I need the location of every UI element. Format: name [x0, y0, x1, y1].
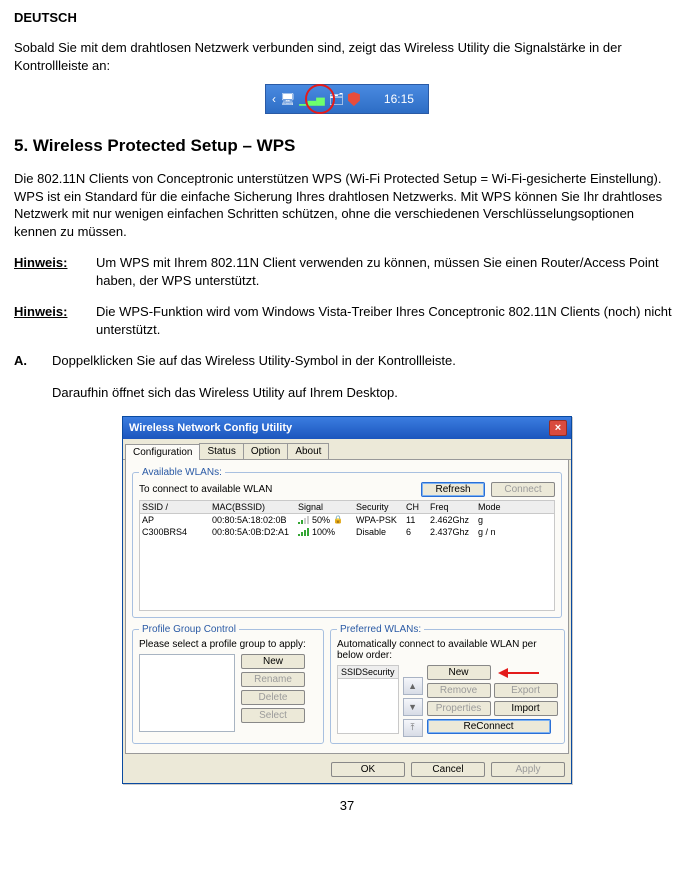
signal-bars-icon: [298, 528, 309, 536]
note-1: Hinweis: Um WPS mit Ihrem 802.11N Client…: [14, 254, 680, 289]
tab-status[interactable]: Status: [199, 443, 243, 459]
callout-arrow: [493, 668, 539, 678]
cell-signal: 100%: [298, 527, 356, 537]
step-a-result: Daraufhin öffnet sich das Wireless Utili…: [52, 384, 680, 402]
cell-signal: 50% 🔒: [298, 515, 356, 525]
tabs: Configuration Status Option About: [123, 439, 571, 460]
tray-figure: ‹ 🖥 ▁▃▅ 🗂 16:15: [14, 84, 680, 114]
tray-clock: 16:15: [376, 92, 422, 106]
col-ssid[interactable]: SSID /: [142, 502, 212, 512]
profile-group-list[interactable]: [139, 654, 235, 732]
pref-import-button[interactable]: Import: [494, 701, 558, 716]
pref-remove-button[interactable]: Remove: [427, 683, 491, 698]
col-ch[interactable]: CH: [406, 502, 430, 512]
note-2-text: Die WPS-Funktion wird vom Windows Vista-…: [96, 303, 680, 338]
cell-mode: g: [478, 515, 510, 525]
callout-circle: [305, 84, 335, 114]
titlebar: Wireless Network Config Utility ×: [123, 417, 571, 439]
available-wlans-text: To connect to available WLAN: [139, 484, 272, 495]
col-security[interactable]: Security: [356, 502, 406, 512]
step-a-text: Doppelklicken Sie auf das Wireless Utili…: [52, 352, 680, 370]
step-a-label: A.: [14, 352, 34, 370]
preferred-list[interactable]: [337, 679, 399, 734]
pref-reconnect-button[interactable]: ReConnect: [427, 719, 551, 734]
note-2: Hinweis: Die WPS-Funktion wird vom Windo…: [14, 303, 680, 338]
table-row[interactable]: C300BRS4 00:80:5A:0B:D2:A1 100% Disable …: [140, 526, 554, 538]
col-freq[interactable]: Freq: [430, 502, 478, 512]
cell-ssid: AP: [142, 515, 212, 525]
move-up-button[interactable]: ▲: [403, 677, 423, 695]
col-signal[interactable]: Signal: [298, 502, 356, 512]
preferred-wlans: Preferred WLANs: Automatically connect t…: [330, 624, 565, 744]
refresh-button[interactable]: Refresh: [421, 482, 485, 497]
cell-security: Disable: [356, 527, 406, 537]
cell-freq: 2.462Ghz: [430, 515, 478, 525]
cancel-button[interactable]: Cancel: [411, 762, 485, 777]
close-icon[interactable]: ×: [549, 420, 567, 436]
pref-col-ssid[interactable]: SSID: [341, 667, 362, 677]
profile-group-legend: Profile Group Control: [139, 624, 239, 635]
note-1-text: Um WPS mit Ihrem 802.11N Client verwende…: [96, 254, 680, 289]
note-label: Hinweis:: [14, 303, 78, 338]
pg-delete-button[interactable]: Delete: [241, 690, 305, 705]
move-down-button[interactable]: ▼: [403, 698, 423, 716]
pg-select-button[interactable]: Select: [241, 708, 305, 723]
tray-bar: ‹ 🖥 ▁▃▅ 🗂 16:15: [265, 84, 429, 114]
wps-intro-paragraph: Die 802.11N Clients von Conceptronic unt…: [14, 170, 680, 240]
wlan-list-header: SSID / MAC(BSSID) Signal Security CH Fre…: [139, 500, 555, 514]
dialog-title: Wireless Network Config Utility: [129, 422, 292, 434]
config-utility-dialog: Wireless Network Config Utility × Config…: [122, 416, 572, 784]
cell-mac: 00:80:5A:0B:D2:A1: [212, 527, 298, 537]
cell-mode: g / n: [478, 527, 510, 537]
profile-group-control: Profile Group Control Please select a pr…: [132, 624, 324, 744]
available-wlans-group: Available WLANs: To connect to available…: [132, 467, 562, 618]
cell-ch: 11: [406, 515, 430, 525]
table-row[interactable]: AP 00:80:5A:18:02:0B 50% 🔒 WPA-PSK 11 2.…: [140, 514, 554, 526]
preferred-wlans-legend: Preferred WLANs:: [337, 624, 424, 635]
cell-security: WPA-PSK: [356, 515, 406, 525]
pref-col-security[interactable]: Security: [362, 667, 395, 677]
pg-new-button[interactable]: New: [241, 654, 305, 669]
step-a: A. Doppelklicken Sie auf das Wireless Ut…: [14, 352, 680, 370]
tab-about[interactable]: About: [287, 443, 329, 459]
signal-bars-icon: [298, 516, 309, 524]
chevron-left-icon: ‹: [272, 92, 276, 106]
pref-export-button[interactable]: Export: [494, 683, 558, 698]
note-label: Hinweis:: [14, 254, 78, 289]
preferred-wlans-text: Automatically connect to available WLAN …: [337, 639, 558, 661]
wlan-list[interactable]: AP 00:80:5A:18:02:0B 50% 🔒 WPA-PSK 11 2.…: [139, 514, 555, 611]
ok-button[interactable]: OK: [331, 762, 405, 777]
page-number: 37: [14, 798, 680, 813]
move-remove-button[interactable]: ⤒: [403, 719, 423, 737]
cell-freq: 2.437Ghz: [430, 527, 478, 537]
tab-option[interactable]: Option: [243, 443, 288, 459]
pref-new-button[interactable]: New: [427, 665, 491, 680]
available-wlans-legend: Available WLANs:: [139, 467, 225, 478]
lock-icon: 🔒: [333, 515, 343, 524]
pref-properties-button[interactable]: Properties: [427, 701, 491, 716]
section-heading: 5. Wireless Protected Setup – WPS: [14, 136, 680, 156]
profile-group-text: Please select a profile group to apply:: [139, 639, 317, 650]
monitor-icon: 🖥: [280, 92, 295, 106]
cell-ch: 6: [406, 527, 430, 537]
apply-button[interactable]: Apply: [491, 762, 565, 777]
language-header: DEUTSCH: [14, 10, 680, 25]
tab-configuration[interactable]: Configuration: [125, 444, 200, 460]
pg-rename-button[interactable]: Rename: [241, 672, 305, 687]
shield-icon: [348, 92, 360, 106]
preferred-list-header: SSID Security: [337, 665, 399, 679]
col-mode[interactable]: Mode: [478, 502, 510, 512]
cell-ssid: C300BRS4: [142, 527, 212, 537]
connect-button[interactable]: Connect: [491, 482, 555, 497]
cell-mac: 00:80:5A:18:02:0B: [212, 515, 298, 525]
intro-paragraph: Sobald Sie mit dem drahtlosen Netzwerk v…: [14, 39, 680, 74]
col-mac[interactable]: MAC(BSSID): [212, 502, 298, 512]
